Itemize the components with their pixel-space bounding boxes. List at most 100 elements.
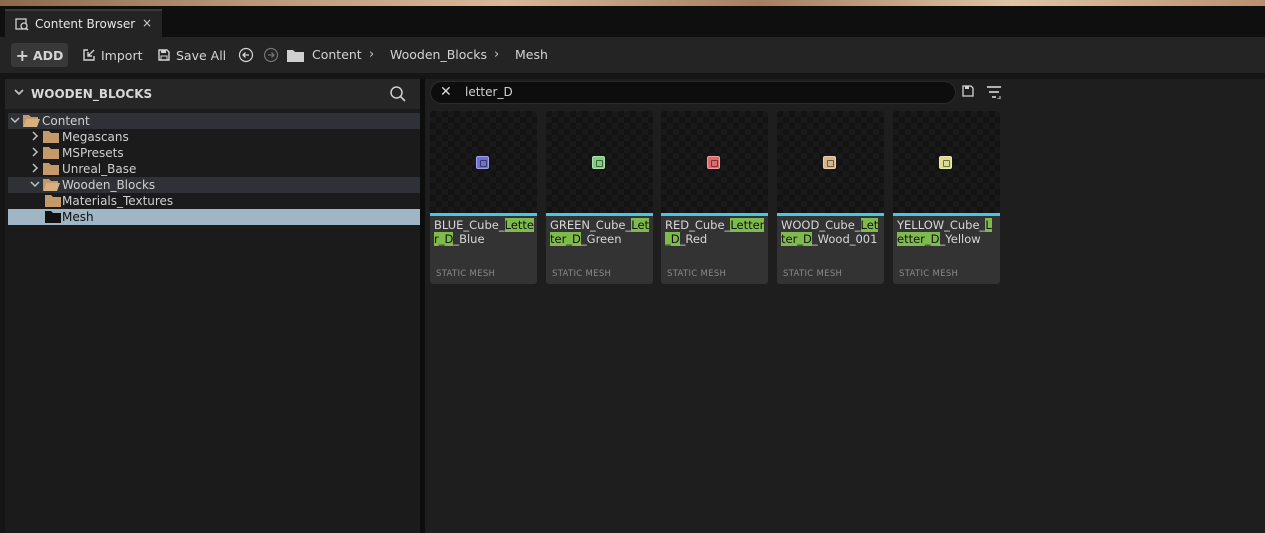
asset-name: GREEN_Cube_Letter_D_Green <box>550 218 651 246</box>
asset-tile[interactable]: WOOD_Cube_Letter_D_Wood_001 STATIC MESH <box>777 111 884 284</box>
tree-item-megascans[interactable]: Megascans <box>8 129 420 145</box>
asset-name-prefix: BLUE_Cube_ <box>434 218 505 232</box>
asset-tile[interactable]: BLUE_Cube_Letter_D_Blue STATIC MESH <box>430 111 537 284</box>
forward-button[interactable] <box>263 43 284 67</box>
asset-type-stripe <box>661 213 768 216</box>
plus-icon: + <box>15 45 29 65</box>
tree-item-label: Content <box>42 114 90 128</box>
asset-type-label: STATIC MESH <box>899 269 959 279</box>
breadcrumb-wooden-blocks[interactable]: Wooden_Blocks <box>390 43 487 67</box>
asset-type-label: STATIC MESH <box>436 269 496 279</box>
sources-title: WOODEN_BLOCKS <box>31 87 153 101</box>
asset-type-stripe <box>893 213 1000 216</box>
tab-bar: Content Browser × <box>0 6 1265 37</box>
asset-name: BLUE_Cube_Letter_D_Blue <box>434 218 535 246</box>
cube-icon <box>823 156 836 169</box>
search-icon[interactable] <box>389 85 407 106</box>
save-search-icon[interactable] <box>962 85 974 100</box>
breadcrumb-content[interactable]: Content <box>312 43 362 67</box>
asset-type-label: STATIC MESH <box>552 269 612 279</box>
asset-type-stripe <box>777 213 884 216</box>
asset-view: ✕ letter_D BLUE_Cube_Letter_D_Blue STATIC… <box>425 79 1265 533</box>
tab-content-browser[interactable]: Content Browser × <box>5 9 162 37</box>
arrow-right-icon <box>263 47 279 63</box>
asset-name-suffix: _Yellow <box>939 232 981 246</box>
asset-tile[interactable]: YELLOW_Cube_Letter_D_Yellow STATIC MESH <box>893 111 1000 284</box>
search-query: letter_D <box>465 85 513 99</box>
back-button[interactable] <box>238 43 259 67</box>
tree-item-label: Materials_Textures <box>62 194 174 208</box>
asset-thumbnail <box>546 111 653 213</box>
asset-tile[interactable]: GREEN_Cube_Letter_D_Green STATIC MESH <box>546 111 653 284</box>
filter-icon[interactable] <box>986 85 1002 102</box>
tree-item-content[interactable]: Content <box>8 113 420 129</box>
content-browser-icon <box>15 17 29 31</box>
asset-name-suffix: _Green <box>580 232 622 246</box>
asset-type-stripe <box>430 213 537 216</box>
cube-icon <box>707 156 720 169</box>
asset-thumbnail <box>661 111 768 213</box>
sources-header[interactable]: WOODEN_BLOCKS <box>5 79 420 109</box>
asset-name-suffix: _Wood_001 <box>811 232 878 246</box>
tree-item-label: Wooden_Blocks <box>62 178 156 192</box>
save-all-button[interactable]: Save All <box>157 43 226 67</box>
breadcrumb-mesh[interactable]: Mesh <box>515 43 548 67</box>
folder-icon <box>43 147 59 159</box>
asset-thumbnail <box>430 111 537 213</box>
save-all-label: Save All <box>176 47 227 63</box>
tree-item-label: MSPresets <box>62 146 124 160</box>
asset-name-prefix: GREEN_Cube_ <box>550 218 632 232</box>
folder-icon <box>23 115 40 127</box>
tree-item-label: Megascans <box>62 130 129 144</box>
import-label: Import <box>101 47 143 63</box>
tree-item-mspresets[interactable]: MSPresets <box>8 145 420 161</box>
folder-icon <box>45 211 61 223</box>
breadcrumb-separator: › <box>494 47 500 62</box>
chevron-right-icon[interactable] <box>29 146 41 160</box>
asset-name-prefix: RED_Cube_ <box>665 218 731 232</box>
asset-type-label: STATIC MESH <box>667 269 727 279</box>
folder-icon <box>43 131 59 143</box>
tree-item-label: Mesh <box>62 210 94 224</box>
add-label: ADD <box>32 47 64 63</box>
asset-name-prefix: WOOD_Cube_ <box>781 218 861 232</box>
sources-panel: WOODEN_BLOCKS Content Megascans MSPresets U… <box>5 79 420 533</box>
asset-thumbnail <box>777 111 884 213</box>
folder-icon[interactable] <box>287 43 309 67</box>
tree-item-wooden-blocks[interactable]: Wooden_Blocks <box>8 177 420 193</box>
tree-item-unreal-base[interactable]: Unreal_Base <box>8 161 420 177</box>
chevron-down-icon[interactable] <box>14 87 24 100</box>
close-icon[interactable]: × <box>142 16 152 30</box>
clear-search-icon[interactable]: ✕ <box>440 84 452 100</box>
asset-name-suffix: _Blue <box>453 232 485 246</box>
import-icon <box>83 49 95 61</box>
import-button[interactable]: Import <box>82 43 143 67</box>
chevron-down-icon[interactable] <box>9 115 21 128</box>
asset-thumbnail <box>893 111 1000 213</box>
toolbar: + ADD Import Save All Content › Wooden_B… <box>0 37 1265 73</box>
folder-icon <box>43 179 60 191</box>
folder-icon <box>43 163 59 175</box>
cube-icon <box>939 156 952 169</box>
add-button[interactable]: + ADD <box>11 43 68 67</box>
search-input[interactable]: ✕ letter_D <box>430 81 956 104</box>
folder-icon <box>45 195 61 207</box>
asset-type-stripe <box>546 213 653 216</box>
asset-name: YELLOW_Cube_Letter_D_Yellow <box>897 218 998 246</box>
asset-name-suffix: _Red <box>679 232 708 246</box>
asset-name-prefix: YELLOW_Cube_ <box>897 218 986 232</box>
save-icon <box>158 49 170 61</box>
tree-item-mesh[interactable]: Mesh <box>8 209 420 225</box>
chevron-right-icon[interactable] <box>29 130 41 144</box>
chevron-right-icon[interactable] <box>29 162 41 176</box>
tree-item-label: Unreal_Base <box>62 162 137 176</box>
asset-tile[interactable]: RED_Cube_Letter_D_Red STATIC MESH <box>661 111 768 284</box>
asset-type-label: STATIC MESH <box>783 269 843 279</box>
asset-name: WOOD_Cube_Letter_D_Wood_001 <box>781 218 882 246</box>
breadcrumb-separator: › <box>369 47 375 62</box>
cube-icon <box>476 156 489 169</box>
arrow-left-icon <box>238 47 254 63</box>
tree-item-materials-textures[interactable]: Materials_Textures <box>8 193 420 209</box>
chevron-down-icon[interactable] <box>29 179 41 192</box>
cube-icon <box>592 156 605 169</box>
